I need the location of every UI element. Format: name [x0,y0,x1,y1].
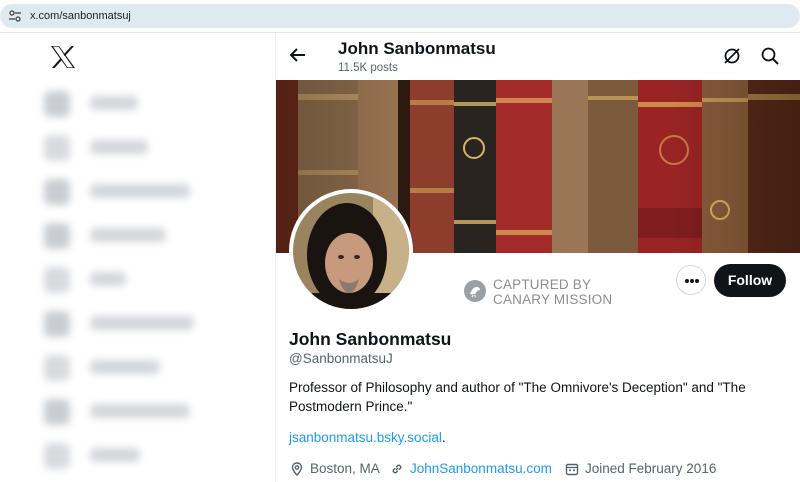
bell-icon [44,179,70,205]
sidebar-item-profile[interactable] [40,441,220,471]
sidebar-item-label [90,96,138,110]
canary-bird-icon [464,280,486,302]
premium-icon [44,355,70,381]
avatar[interactable] [293,193,409,309]
tune-icon[interactable] [8,10,22,22]
url-text[interactable]: x.com/sanbonmatsuj [30,9,131,23]
link-icon [392,464,402,474]
sidebar-item-label [90,272,126,286]
search-icon[interactable] [760,46,780,66]
sidebar-item-explore[interactable] [40,133,220,163]
profile-bio: Professor of Philosophy and author of "T… [289,380,746,414]
bio-link[interactable]: jsanbonmatsu.bsky.social [289,430,442,445]
explore-icon [44,135,70,161]
profile-handle: @SanbonmatsuJ [289,351,393,366]
follow-button[interactable]: Follow [714,264,786,297]
more-options-button[interactable] [676,265,706,295]
sidebar-item-label [90,184,190,198]
browser-address-bar: x.com/sanbonmatsuj [0,0,800,32]
profile-photo [293,193,409,309]
sidebar-item-label [90,404,190,418]
sidebar-item-notifications[interactable] [40,177,220,207]
more-dot [695,279,699,283]
location-pin-icon [291,462,303,476]
sidebar-item-premium[interactable] [40,353,220,383]
sidebar-item-label [90,316,194,330]
sidebar-item-label [90,360,160,374]
website-link[interactable]: JohnSanbonmatsu.com [410,461,552,477]
sidebar-item-label [90,448,140,462]
sidebar [0,33,276,482]
x-logo[interactable] [50,45,76,69]
captured-line-2: CANARY MISSION [493,292,613,307]
url-field[interactable]: x.com/sanbonmatsuj [0,4,800,28]
sidebar-item-label [90,228,166,242]
calendar-icon [565,463,579,476]
captured-line-1: CAPTURED BY [493,277,592,292]
profile-name: John Sanbonmatsu [289,329,452,349]
more-dot [690,279,694,283]
more-dot [685,279,689,283]
header-title: John Sanbonmatsu [338,39,496,58]
profile-icon [44,443,70,469]
sidebar-item-label [90,140,148,154]
bio-link-line: jsanbonmatsu.bsky.social. [289,430,446,446]
arrow-left-icon[interactable] [288,45,308,65]
joined-text: Joined February 2016 [585,461,717,476]
mail-icon [44,223,70,249]
sidebar-item-grok[interactable] [40,265,220,295]
communities-icon [44,311,70,337]
sidebar-item-communities[interactable] [40,309,220,339]
bio-link-suffix: . [441,430,446,445]
sidebar-item-messages[interactable] [40,221,220,251]
grok-icon[interactable] [722,46,742,66]
post-count: 11.5K posts [338,62,398,74]
profile-main-column: John Sanbonmatsu 11.5K posts CAPTURED BY… [276,33,800,482]
sidebar-item-verified-orgs[interactable] [40,397,220,427]
lightning-icon [44,399,70,425]
location-text: Boston, MA [310,461,380,476]
grok-icon [44,267,70,293]
home-icon [44,91,70,117]
sidebar-item-home[interactable] [40,89,220,119]
